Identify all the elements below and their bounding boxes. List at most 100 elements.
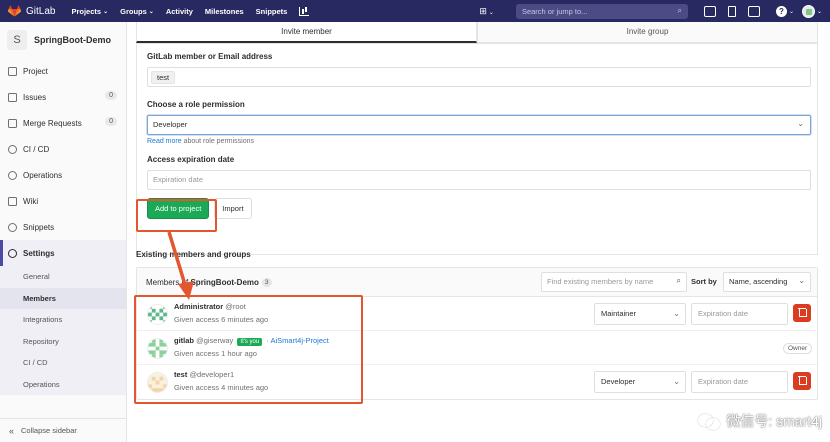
member-row: test @developer1 Given access 4 minutes … <box>137 365 817 399</box>
sidebar-item-label: Snippets <box>23 222 55 232</box>
member-role-value: Developer <box>601 377 636 386</box>
expiration-field-label: Access expiration date <box>147 155 235 164</box>
todo-icon[interactable] <box>747 5 760 17</box>
project-header[interactable]: S SpringBoot-Demo <box>0 22 126 58</box>
merge-request-icon <box>8 118 17 128</box>
sort-select-value: Name, ascending <box>729 277 788 286</box>
sidebar-subitem-members[interactable]: Members <box>0 287 126 309</box>
new-dropdown-button[interactable]: ⊞ ⌄ <box>479 6 502 17</box>
nav-projects[interactable]: Projects ⌄ <box>71 7 108 16</box>
wechat-icon <box>698 413 721 430</box>
cloud-gear-icon <box>8 170 17 180</box>
sidebar-item-project[interactable]: Project <box>0 58 126 84</box>
member-name[interactable]: test <box>174 370 187 379</box>
wechat-watermark: 微信号: smart4j <box>698 411 822 431</box>
issues-count-badge: 0 <box>105 91 117 100</box>
bar-chart-icon <box>299 6 310 16</box>
logo-text: GitLab <box>26 5 56 17</box>
remove-member-button[interactable] <box>793 372 811 390</box>
sidebar-item-wiki[interactable]: Wiki <box>0 188 126 214</box>
issues-icon[interactable] <box>703 5 716 17</box>
gitlab-tanuki-icon <box>8 5 21 17</box>
sidebar-item-label: Merge Requests <box>23 118 82 128</box>
sidebar-subitem-operations[interactable]: Operations <box>0 373 126 395</box>
double-chevron-left-icon: « <box>9 425 15 436</box>
member-name-line: gitlab @giserway It's you · AiSmart4j-Pr… <box>174 336 329 346</box>
remove-member-button[interactable] <box>793 304 811 322</box>
user-avatar[interactable] <box>801 4 815 18</box>
search-input[interactable]: Search or jump to... ⌕ <box>515 3 688 19</box>
member-role-value: Maintainer <box>601 309 637 318</box>
main-content: Invite member Invite group GitLab member… <box>136 22 818 400</box>
member-role-select[interactable]: Maintainer ⌄ <box>594 303 686 325</box>
invite-tabs: Invite member Invite group <box>136 22 818 44</box>
sidebar-subitem-general[interactable]: General <box>0 266 126 288</box>
project-name: SpringBoot-Demo <box>34 35 111 45</box>
nav-snippets[interactable]: Snippets <box>256 7 288 16</box>
chevron-down-icon: ⌄ <box>673 309 680 318</box>
nav-projects-label: Projects <box>71 6 102 16</box>
sidebar-subitem-ci-cd[interactable]: CI / CD <box>0 352 126 374</box>
chevron-down-icon: ⌄ <box>797 119 804 128</box>
members-panel: Members of SpringBoot-Demo 3 Find existi… <box>136 267 818 400</box>
members-count-badge: 3 <box>261 277 272 287</box>
project-avatar: S <box>7 30 27 50</box>
help-icon[interactable]: ? <box>775 5 787 17</box>
sidebar-item-issues[interactable]: Issues 0 <box>0 84 126 110</box>
member-given-access: Given access 6 minutes ago <box>174 315 269 324</box>
member-name[interactable]: gitlab <box>174 336 194 345</box>
avatar <box>147 304 168 325</box>
role-select[interactable]: Developer ⌄ <box>147 115 811 135</box>
sidebar-item-merge-requests[interactable]: Merge Requests 0 <box>0 110 126 136</box>
merge-request-icon[interactable] <box>727 5 736 17</box>
members-panel-header: Members of SpringBoot-Demo 3 Find existi… <box>137 268 817 297</box>
collapse-sidebar-button[interactable]: « Collapse sidebar <box>0 418 126 442</box>
its-you-badge: It's you <box>237 338 263 346</box>
sort-by-label: Sort by <box>691 277 717 286</box>
chevron-down-icon: ⌄ <box>103 8 109 15</box>
search-placeholder: Search or jump to... <box>521 6 588 16</box>
search-icon: ⌕ <box>676 276 681 285</box>
avatar <box>147 338 168 359</box>
member-role-select[interactable]: Developer ⌄ <box>594 371 686 393</box>
sidebar-item-label: Issues <box>23 92 47 102</box>
sidebar-item-settings[interactable]: Settings <box>0 240 126 266</box>
member-expiration-input[interactable]: Expiration date <box>691 371 788 393</box>
tab-invite-member[interactable]: Invite member <box>136 22 477 43</box>
nav-groups[interactable]: Groups ⌄ <box>120 7 154 16</box>
rocket-icon <box>8 144 17 154</box>
issues-icon <box>8 92 17 102</box>
plus-square-icon: ⊞ <box>479 5 487 16</box>
nav-analytics[interactable] <box>299 6 310 16</box>
expiration-date-input[interactable]: Expiration date <box>147 170 811 190</box>
group-link[interactable]: AiSmart4j-Project <box>271 336 329 345</box>
read-more-link[interactable]: Read more <box>147 138 182 145</box>
member-select-input[interactable]: test <box>147 67 811 87</box>
nav-activity[interactable]: Activity <box>166 7 193 16</box>
member-token[interactable]: test <box>151 71 176 84</box>
book-icon <box>8 196 17 206</box>
member-name-line: test @developer1 <box>174 370 234 379</box>
import-button[interactable]: Import <box>214 198 252 219</box>
search-icon: ⌕ <box>677 5 682 15</box>
nav-milestones[interactable]: Milestones <box>205 7 244 16</box>
tab-invite-group[interactable]: Invite group <box>477 22 818 43</box>
sidebar-item-ci-cd[interactable]: CI / CD <box>0 136 126 162</box>
scissors-icon <box>8 222 17 232</box>
sidebar-subitem-integrations[interactable]: Integrations <box>0 309 126 331</box>
chevron-down-icon: ⌄ <box>488 9 494 16</box>
role-help-text: Read more about role permissions <box>147 138 809 145</box>
member-filter-input[interactable]: Find existing members by name ⌕ <box>541 272 687 292</box>
sidebar-item-snippets[interactable]: Snippets <box>0 214 126 240</box>
sidebar-item-label: CI / CD <box>23 144 50 154</box>
member-expiration-input[interactable]: Expiration date <box>691 303 788 325</box>
top-navbar: GitLab Projects ⌄ Groups ⌄ Activity Milest… <box>0 0 830 22</box>
gitlab-logo[interactable]: GitLab <box>8 5 55 17</box>
sidebar-item-operations[interactable]: Operations <box>0 162 126 188</box>
chevron-down-icon: ⌄ <box>798 276 805 285</box>
add-to-project-button[interactable]: Add to project <box>147 198 210 219</box>
chevron-down-icon: ⌄ <box>816 8 822 15</box>
sidebar-subitem-repository[interactable]: Repository <box>0 330 126 352</box>
collapse-sidebar-label: Collapse sidebar <box>21 426 77 435</box>
sort-select[interactable]: Name, ascending ⌄ <box>723 272 811 292</box>
